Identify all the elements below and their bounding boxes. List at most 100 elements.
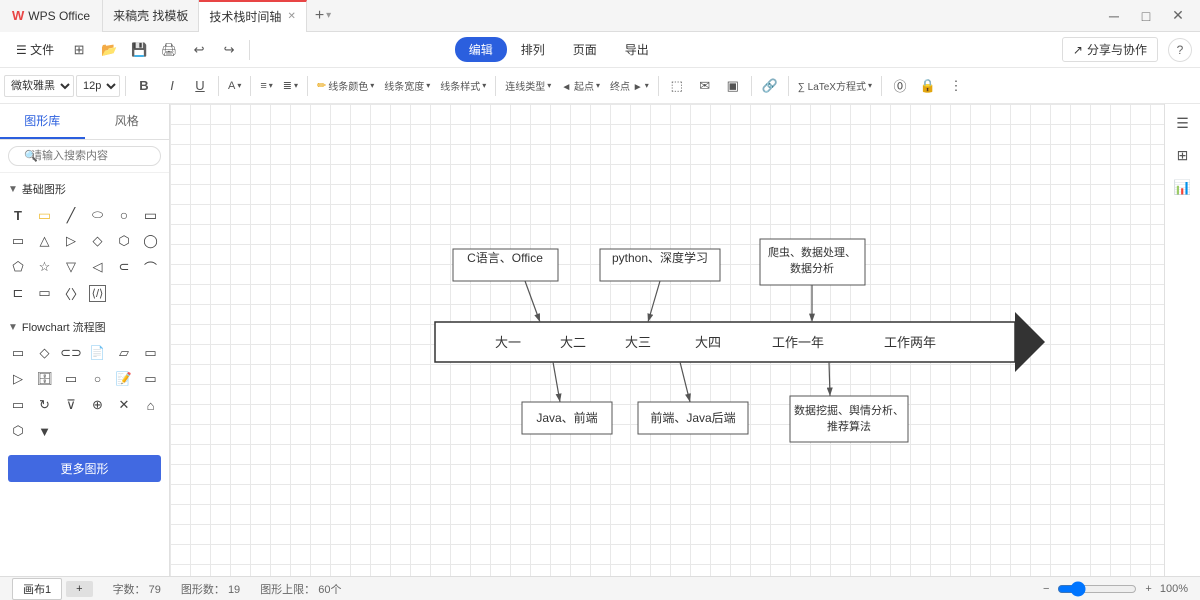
shape-arrow-r[interactable]: ▷	[59, 229, 83, 253]
fc-plus[interactable]: ⊕	[86, 393, 110, 417]
fc-para[interactable]: ▱	[112, 341, 136, 365]
shape-ellipse[interactable]: ◯	[139, 229, 163, 253]
font-size-select[interactable]: 12px	[76, 75, 120, 97]
list-picker[interactable]: ≣ ▾	[279, 72, 302, 100]
latex-btn[interactable]: ∑ LaTeX方程式 ▾	[794, 72, 876, 100]
fc-loop[interactable]: ↻	[33, 393, 57, 417]
toolbar-print[interactable]: 🖨	[156, 37, 182, 63]
font-color-picker[interactable]: A ▾	[224, 72, 245, 100]
shape-code[interactable]: ⟨/⟩	[86, 281, 110, 305]
connector-type-picker[interactable]: 连线类型 ▾	[501, 72, 555, 100]
fill-color-picker[interactable]: ✏ 线条颜色 ▾	[313, 72, 378, 100]
toolbar-redo[interactable]: ↪	[216, 37, 242, 63]
minimize-button[interactable]: ─	[1100, 2, 1128, 30]
shape-stadium[interactable]: ⬭	[86, 203, 110, 227]
fc-rect[interactable]: ▭	[6, 341, 30, 365]
fc-capsule[interactable]: ⊂⊃	[59, 341, 83, 365]
search-input[interactable]	[8, 146, 161, 166]
fc-diamond[interactable]: ◇	[33, 341, 57, 365]
sidebar-tab-shapes[interactable]: 图形库	[0, 104, 85, 139]
fc-db[interactable]: 🗄	[33, 367, 57, 391]
shape-hex[interactable]: ⬡	[112, 229, 136, 253]
shape-star[interactable]: ☆	[33, 255, 57, 279]
end-point-picker[interactable]: 终点 ► ▾	[606, 72, 653, 100]
canvas-add-button[interactable]: +	[66, 581, 92, 597]
tab-arrange[interactable]: 排列	[507, 37, 559, 62]
canvas-tab-1[interactable]: 画布1	[12, 578, 62, 600]
basic-shapes-header[interactable]: ▼ 基础图形	[0, 177, 169, 201]
tab-close-icon[interactable]: ✕	[287, 11, 295, 22]
sidebar-tab-style[interactable]: 风格	[85, 104, 170, 139]
fc-doc[interactable]: 📄	[86, 341, 110, 365]
more-shapes-button[interactable]: 更多图形	[8, 455, 161, 482]
shape-arc[interactable]: ⌒	[139, 255, 163, 279]
font-family-select[interactable]: 微软雅黑	[4, 75, 74, 97]
fc-sort[interactable]: ▭	[6, 393, 30, 417]
shape-pentagon[interactable]: ⬠	[6, 255, 30, 279]
fc-summ[interactable]: ▭	[139, 367, 163, 391]
rp-format-btn[interactable]: ☰	[1168, 108, 1198, 138]
fc-merge[interactable]: ⊽	[59, 393, 83, 417]
tab-edit[interactable]: 编辑	[455, 37, 507, 62]
fc-hex2[interactable]: ⬡	[6, 419, 30, 443]
shape-circle[interactable]: ○	[112, 203, 136, 227]
layer-btn[interactable]: ⬚	[664, 73, 690, 99]
link-btn[interactable]: 🔗	[757, 73, 783, 99]
tab-page[interactable]: 页面	[559, 37, 611, 62]
shape-arrow-l[interactable]: ◁	[86, 255, 110, 279]
share-button[interactable]: ↗ 分享与协作	[1062, 37, 1158, 62]
shape-rect3[interactable]: ▭	[33, 281, 57, 305]
shape-line[interactable]: ╱	[59, 203, 83, 227]
flowchart-header[interactable]: ▼ Flowchart 流程图	[0, 315, 169, 339]
stroke-width-picker[interactable]: 线条宽度 ▾	[380, 72, 434, 100]
shape-triangle[interactable]: △	[33, 229, 57, 253]
fc-down[interactable]: ▼	[33, 419, 57, 443]
tab-wps[interactable]: W WPS Office	[0, 0, 103, 32]
fc-note[interactable]: 📝	[112, 367, 136, 391]
align-picker[interactable]: ≡ ▾	[256, 72, 276, 100]
toolbar-new[interactable]: ⊞	[66, 37, 92, 63]
canvas-area[interactable]: 流程图使用时需保持联网，内容会实时保存至云文档，关闭后可在云文档中找到文件并打开…	[170, 104, 1164, 576]
tab-export[interactable]: 导出	[611, 37, 663, 62]
fc-delay[interactable]: ▷	[6, 367, 30, 391]
help-button[interactable]: ?	[1168, 38, 1192, 62]
fc-house[interactable]: ⌂	[139, 393, 163, 417]
zoom-slider[interactable]	[1057, 581, 1137, 597]
toolbar-undo[interactable]: ↩	[186, 37, 212, 63]
shape-rect2[interactable]: ▭	[6, 229, 30, 253]
bold-button[interactable]: B	[131, 73, 157, 99]
underline-button[interactable]: U	[187, 73, 213, 99]
rp-grid-btn[interactable]: ⊞	[1168, 140, 1198, 170]
shape-bracket[interactable]: ⊏	[6, 281, 30, 305]
fc-manual[interactable]: ▭	[139, 341, 163, 365]
start-point-picker[interactable]: ◄ 起点 ▾	[557, 72, 604, 100]
image-btn[interactable]: ▣	[720, 73, 746, 99]
fc-store[interactable]: ▭	[59, 367, 83, 391]
stroke-style-picker[interactable]: 线条样式 ▾	[436, 72, 490, 100]
shape-text[interactable]: T	[6, 203, 30, 227]
close-button[interactable]: ✕	[1164, 2, 1192, 30]
shape-diamond[interactable]: ◇	[86, 229, 110, 253]
fc-cross[interactable]: ✕	[112, 393, 136, 417]
email-btn[interactable]: ✉	[692, 73, 718, 99]
lock-btn[interactable]: 🔒	[915, 73, 941, 99]
shape-rect1[interactable]: ▭	[139, 203, 163, 227]
shape-chevron[interactable]: 〈〉	[59, 281, 83, 305]
extra1-btn[interactable]: ⓪	[887, 73, 913, 99]
fc-term[interactable]: ○	[86, 367, 110, 391]
menu-file[interactable]: ☰ 文件	[8, 39, 62, 60]
toolbar-save[interactable]: 💾	[126, 37, 152, 63]
rp-chart-btn[interactable]: 📊	[1168, 172, 1198, 202]
tab-moban[interactable]: 来稿壳 找模板	[103, 0, 199, 32]
shape-sticky[interactable]: ▭	[33, 203, 57, 227]
shape-curve[interactable]: ⊂	[112, 255, 136, 279]
maximize-button[interactable]: □	[1132, 2, 1160, 30]
italic-button[interactable]: I	[159, 73, 185, 99]
tab-add-button[interactable]: + ▾	[307, 0, 339, 32]
more-btn[interactable]: ⋮	[943, 73, 969, 99]
zoom-out-btn[interactable]: −	[1043, 583, 1049, 595]
toolbar-open[interactable]: 📂	[96, 37, 122, 63]
zoom-in-btn[interactable]: +	[1145, 583, 1151, 595]
shape-down-tri[interactable]: ▽	[59, 255, 83, 279]
tab-timeline[interactable]: 技术栈时间轴 ✕	[199, 0, 306, 32]
